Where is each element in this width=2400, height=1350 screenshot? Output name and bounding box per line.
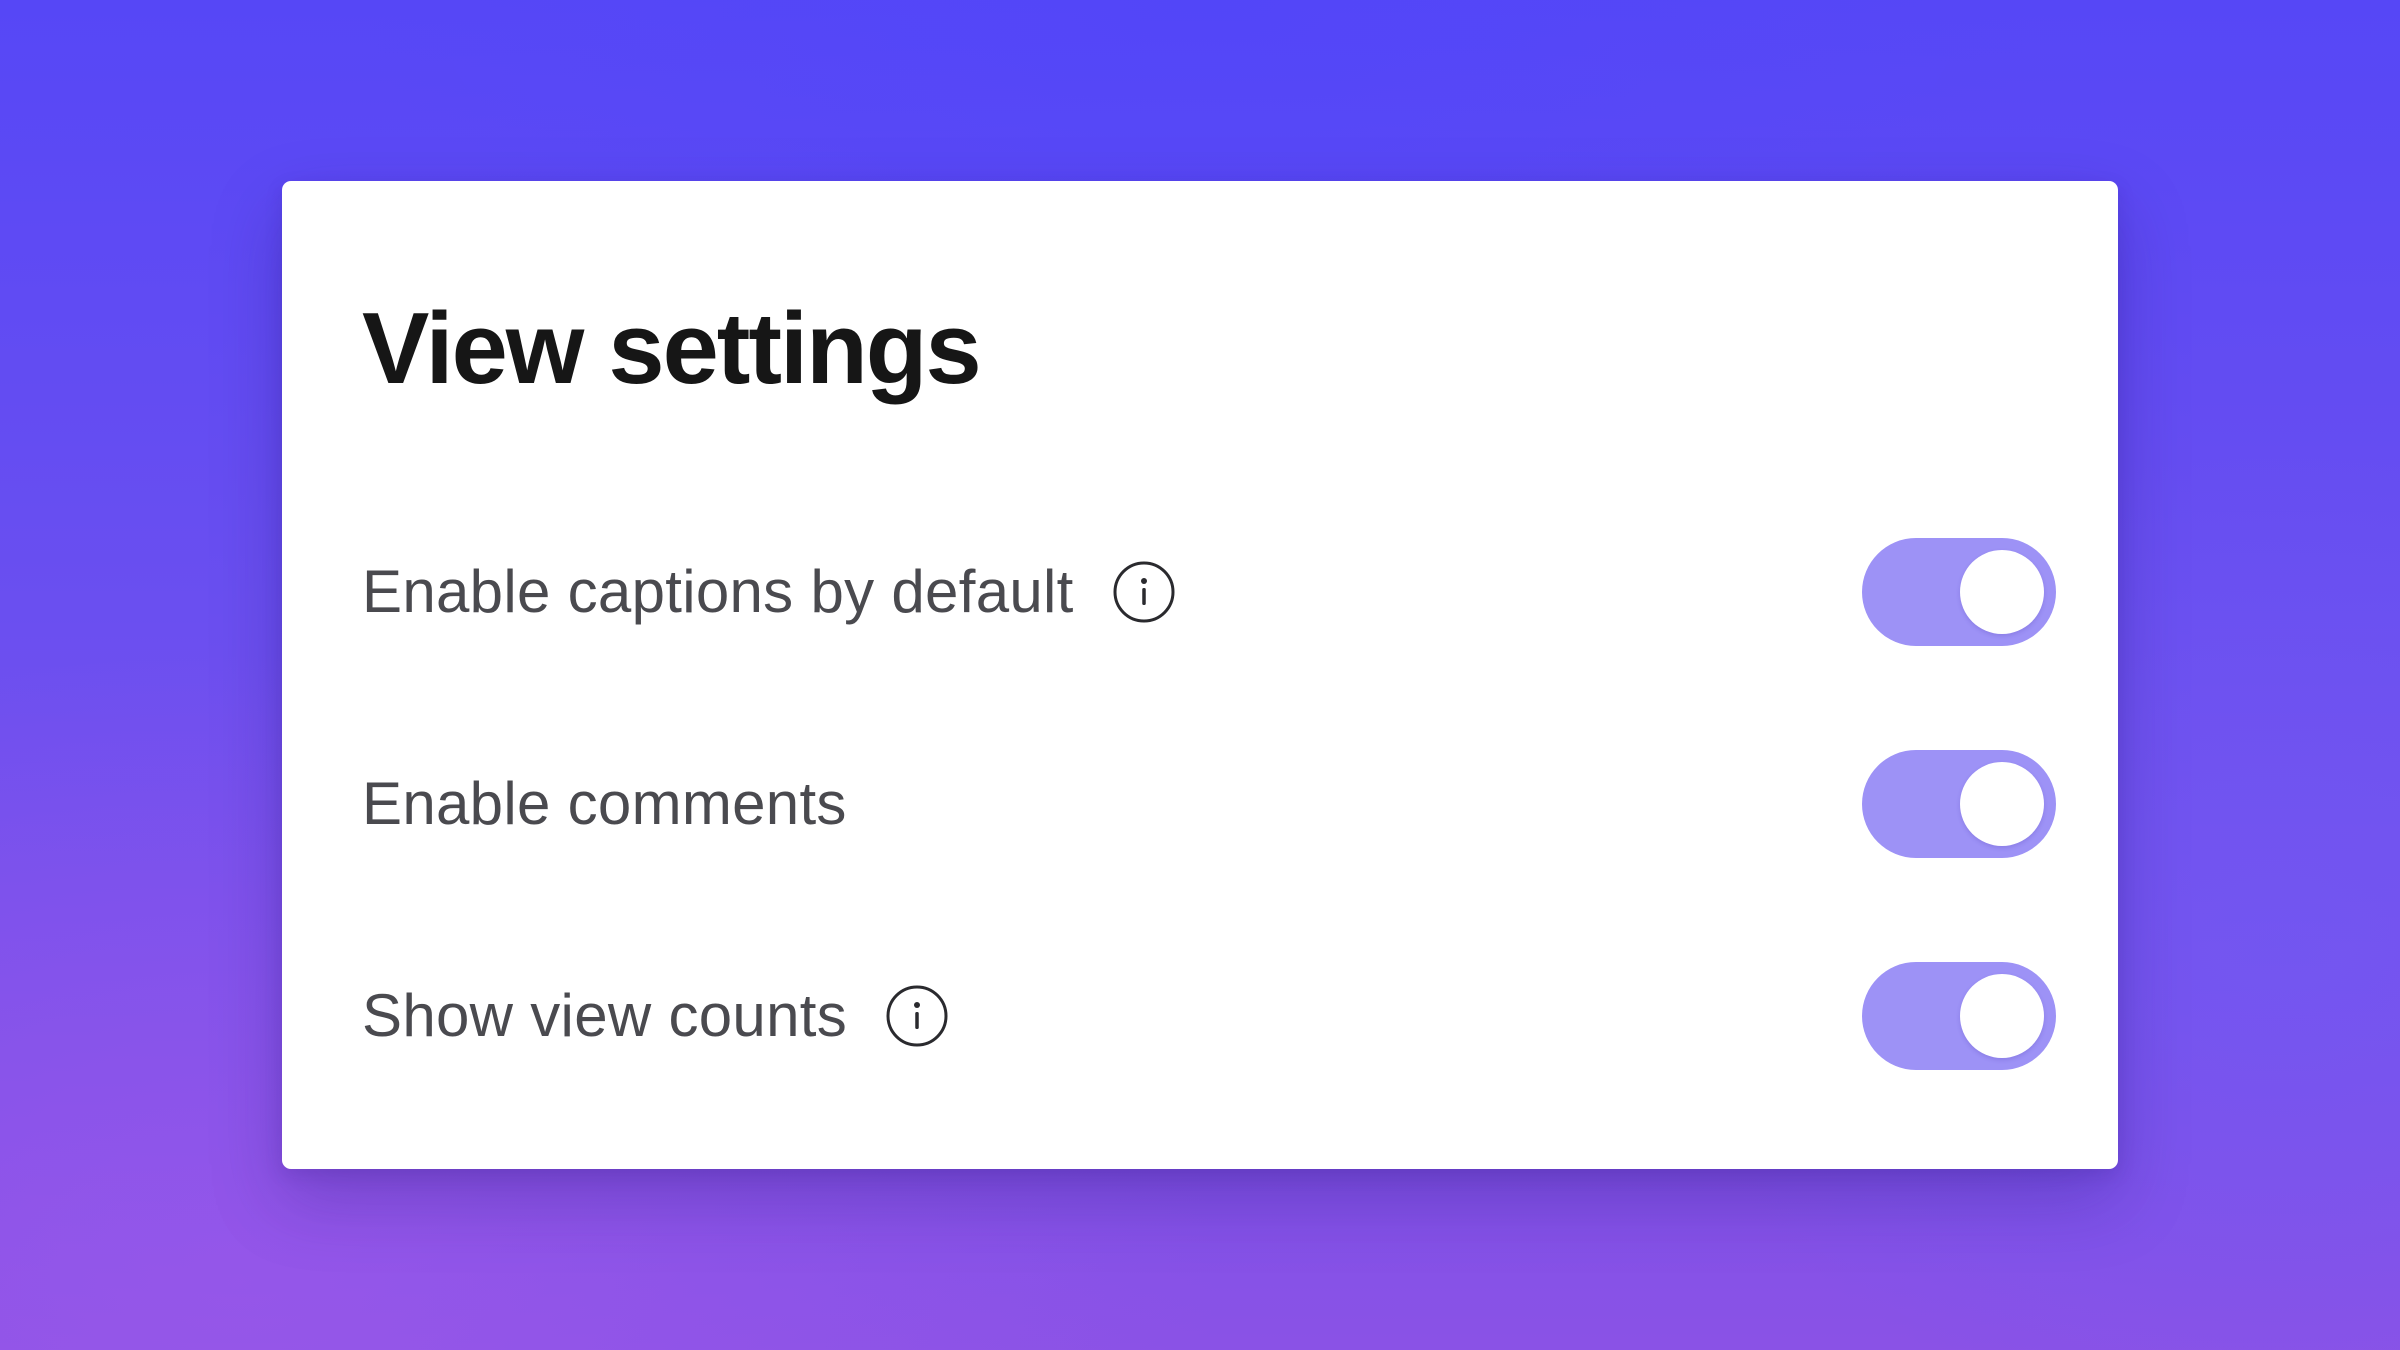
comments-toggle[interactable] (1862, 750, 2056, 858)
setting-label-view-counts: Show view counts (362, 982, 848, 1049)
info-icon[interactable] (885, 984, 949, 1048)
setting-label-group: Enable comments (362, 774, 847, 834)
info-icon[interactable] (1112, 560, 1176, 624)
setting-label-comments: Enable comments (362, 770, 847, 837)
setting-row-view-counts: Show view counts (362, 961, 2056, 1071)
setting-label-captions: Enable captions by default (362, 558, 1074, 625)
setting-label-group: Enable captions by default (362, 560, 1176, 624)
setting-label-group: Show view counts (362, 984, 949, 1048)
captions-toggle[interactable] (1862, 538, 2056, 646)
view-settings-card: View settings Enable captions by default… (282, 181, 2118, 1169)
setting-row-captions: Enable captions by default (362, 537, 2056, 647)
toggle-knob (1960, 974, 2044, 1058)
toggle-knob (1960, 762, 2044, 846)
setting-row-comments: Enable comments (362, 749, 2056, 859)
page-title: View settings (362, 293, 982, 405)
view-counts-toggle[interactable] (1862, 962, 2056, 1070)
toggle-knob (1960, 550, 2044, 634)
